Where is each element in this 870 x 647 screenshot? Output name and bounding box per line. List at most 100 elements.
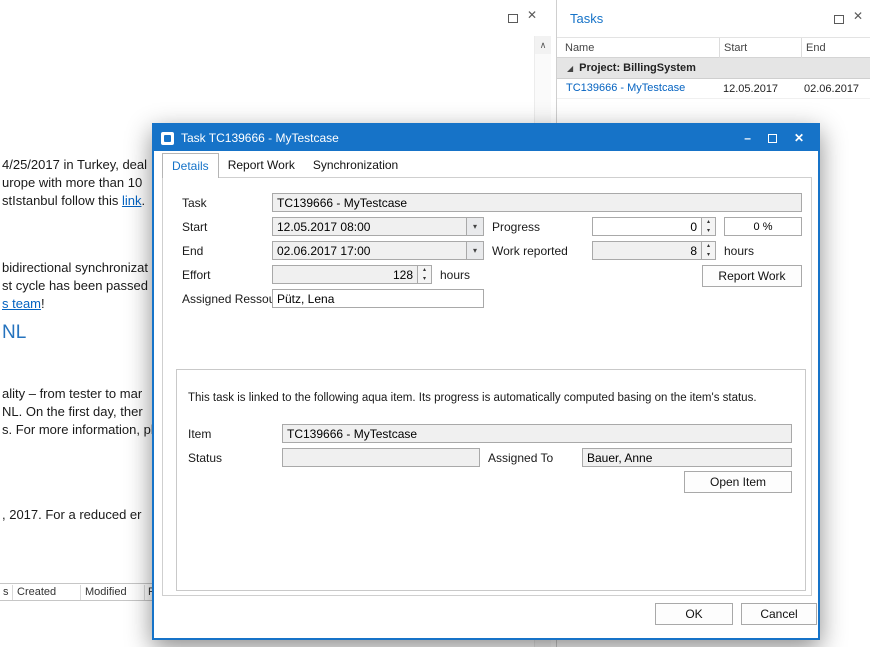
start-label: Start: [182, 220, 207, 234]
dialog-window-controls: – ✕: [744, 132, 818, 144]
task-end-cell: 02.06.2017: [804, 83, 859, 95]
column-header-modified[interactable]: Modified: [85, 586, 127, 598]
item-label: Item: [188, 427, 211, 441]
task-link[interactable]: TC139666 - MyTestcase: [566, 82, 685, 94]
app-icon-glyph: [164, 135, 171, 142]
start-date-value: 12.05.2017 08:00: [273, 218, 466, 235]
chevron-up-icon: ∧: [540, 40, 547, 51]
progress-spin-buttons[interactable]: ▴ ▾: [701, 218, 715, 235]
app-icon: [161, 132, 174, 145]
scroll-up-button[interactable]: ∧: [535, 36, 551, 54]
task-label: Task: [182, 196, 207, 210]
start-dropdown-button[interactable]: ▾: [466, 218, 483, 235]
task-start-cell: 12.05.2017: [723, 83, 778, 95]
progress-spinner[interactable]: 0 ▴ ▾: [592, 217, 716, 236]
work-reported-unit: hours: [724, 244, 754, 258]
column-header-created[interactable]: Created: [17, 586, 56, 598]
document-text-line: s. For more information, pl: [2, 422, 154, 437]
end-label: End: [182, 244, 203, 258]
task-dialog: Task TC139666 - MyTestcase – ✕ Details R…: [152, 123, 820, 640]
close-icon[interactable]: ✕: [794, 132, 804, 144]
spin-up-icon: ▴: [702, 218, 715, 227]
document-text-line: NL. On the first day, ther: [2, 404, 143, 419]
column-header[interactable]: s: [3, 586, 9, 598]
report-work-button[interactable]: Report Work: [702, 265, 802, 287]
work-reported-value: 8: [593, 242, 701, 259]
task-field: TC139666 - MyTestcase: [272, 193, 802, 212]
document-text-line: stIstanbul follow this link.: [2, 193, 145, 208]
end-date-value: 02.06.2017 17:00: [273, 242, 466, 259]
document-text-line: st cycle has been passed: [2, 278, 148, 293]
status-field: [282, 448, 480, 467]
hyperlink[interactable]: s team: [2, 296, 41, 311]
column-separator: [144, 585, 145, 600]
cancel-button[interactable]: Cancel: [741, 603, 817, 625]
document-heading: NL: [2, 322, 26, 344]
document-text-line: s team!: [2, 296, 45, 311]
tasks-grid-header: Name Start End: [557, 37, 870, 58]
document-text-line: urope with more than 10: [2, 175, 142, 190]
column-header-name[interactable]: Name: [565, 42, 594, 54]
group-label: Project: BillingSystem: [579, 62, 696, 74]
maximize-icon[interactable]: [834, 15, 844, 24]
close-icon[interactable]: ✕: [853, 10, 863, 22]
assigned-to-label: Assigned To: [488, 451, 553, 465]
task-row[interactable]: TC139666 - MyTestcase 12.05.2017 02.06.2…: [557, 79, 870, 99]
document-text-line: bidirectional synchronizat: [2, 260, 148, 275]
spin-down-icon: ▾: [418, 275, 431, 284]
dialog-tabs: Details Report Work Synchronization: [162, 153, 407, 178]
chevron-down-icon: ▾: [473, 223, 477, 231]
minimize-icon[interactable]: –: [744, 132, 751, 144]
close-icon[interactable]: ✕: [527, 9, 537, 21]
column-header-end[interactable]: End: [806, 42, 826, 54]
effort-unit: hours: [440, 268, 470, 282]
maximize-icon[interactable]: [768, 134, 777, 143]
end-date-picker[interactable]: 02.06.2017 17:00 ▾: [272, 241, 484, 260]
work-reported-spin-buttons[interactable]: ▴ ▾: [701, 242, 715, 259]
group-expanded-icon: ◢: [567, 64, 573, 73]
column-separator: [12, 585, 13, 600]
spin-down-icon: ▾: [702, 251, 715, 260]
document-text-line: 4/25/2017 in Turkey, deal: [2, 157, 147, 172]
column-separator: [719, 38, 720, 58]
progress-value: 0: [593, 218, 701, 235]
tab-details[interactable]: Details: [162, 153, 219, 178]
dialog-titlebar[interactable]: Task TC139666 - MyTestcase – ✕: [154, 125, 818, 151]
tab-report-work[interactable]: Report Work: [219, 153, 304, 172]
tab-synchronization[interactable]: Synchronization: [304, 153, 407, 172]
item-field: TC139666 - MyTestcase: [282, 424, 792, 443]
text-fragment: !: [41, 296, 45, 311]
effort-label: Effort: [182, 268, 210, 282]
maximize-icon[interactable]: [508, 14, 518, 23]
effort-value: 128: [273, 266, 417, 283]
group-row-billingsystem[interactable]: ◢ Project: BillingSystem: [557, 58, 870, 79]
progress-display: 0 %: [724, 217, 802, 236]
start-date-picker[interactable]: 12.05.2017 08:00 ▾: [272, 217, 484, 236]
document-text-line: ality – from tester to mar: [2, 386, 142, 401]
assigned-to-field: Bauer, Anne: [582, 448, 792, 467]
desktop: ✕ ∧ 4/25/2017 in Turkey, deal urope with…: [0, 0, 870, 647]
text-fragment: stIstanbul follow this: [2, 193, 122, 208]
effort-spinner[interactable]: 128 ▴ ▾: [272, 265, 432, 284]
column-separator: [80, 585, 81, 600]
chevron-down-icon: ▾: [473, 247, 477, 255]
progress-label: Progress: [492, 220, 540, 234]
end-dropdown-button[interactable]: ▾: [466, 242, 483, 259]
tasks-panel-title: Tasks: [570, 11, 603, 26]
text-fragment: .: [141, 193, 145, 208]
hyperlink[interactable]: link: [122, 193, 142, 208]
assigned-resource-field[interactable]: Pütz, Lena: [272, 289, 484, 308]
column-header-start[interactable]: Start: [724, 42, 747, 54]
column-separator: [801, 38, 802, 58]
spin-down-icon: ▾: [702, 227, 715, 236]
work-reported-spinner[interactable]: 8 ▴ ▾: [592, 241, 716, 260]
spin-up-icon: ▴: [702, 242, 715, 251]
dialog-title: Task TC139666 - MyTestcase: [181, 131, 339, 145]
status-label: Status: [188, 451, 222, 465]
effort-spin-buttons[interactable]: ▴ ▾: [417, 266, 431, 283]
open-item-button[interactable]: Open Item: [684, 471, 792, 493]
document-text-line: , 2017. For a reduced er: [2, 507, 141, 522]
linked-item-description: This task is linked to the following aqu…: [188, 392, 757, 404]
spin-up-icon: ▴: [418, 266, 431, 275]
ok-button[interactable]: OK: [655, 603, 733, 625]
